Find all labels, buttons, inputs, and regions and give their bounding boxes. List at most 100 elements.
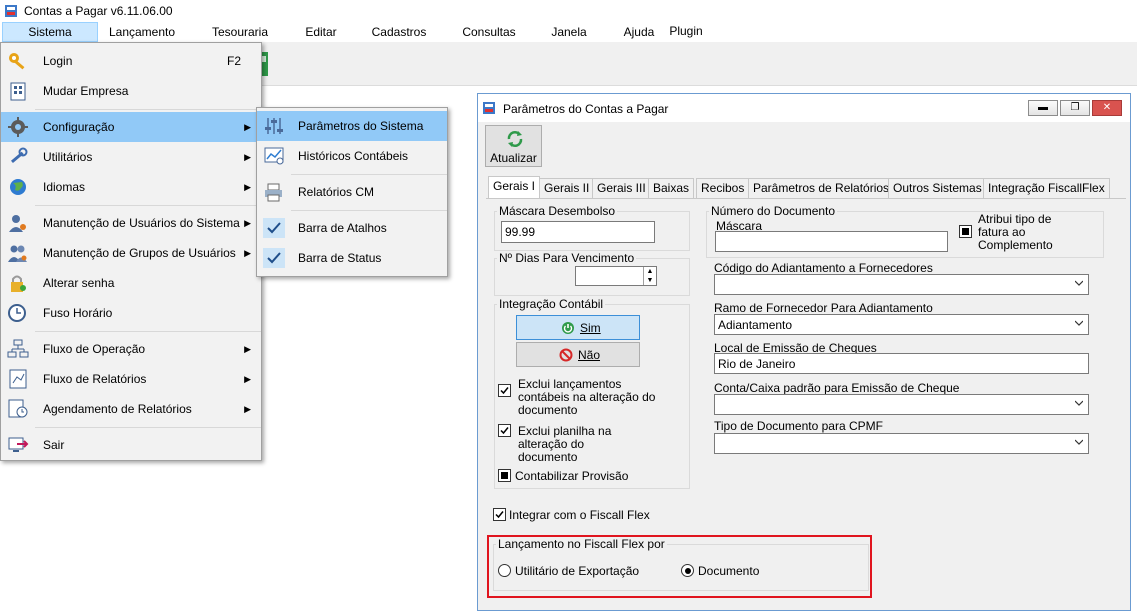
flowchart-icon — [7, 339, 29, 358]
chevron-right-icon: ▶ — [244, 248, 251, 258]
close-button[interactable]: ✕ — [1092, 100, 1122, 116]
tab-baixas[interactable]: Baixas — [648, 178, 695, 198]
check-icon — [263, 248, 285, 268]
radio-dot-icon — [684, 567, 691, 574]
local-emissao-input[interactable]: Rio de Janeiro — [714, 353, 1089, 374]
submenu-item-parametros-sistema[interactable]: Parâmetros do Sistema — [257, 111, 447, 141]
menu-item-alterar-senha[interactable]: Alterar senha — [1, 268, 261, 298]
menu-tesouraria[interactable]: Tesouraria — [202, 22, 278, 42]
tab-integracao-fiscallflex[interactable]: Integração FiscallFlex — [983, 178, 1110, 198]
menu-ajuda[interactable]: Ajuda — [614, 22, 664, 42]
documento-label: Documento — [698, 564, 760, 578]
submenu-item-barra-status[interactable]: Barra de Status — [257, 243, 447, 273]
tab-gerais-iii[interactable]: Gerais III — [592, 178, 651, 198]
atribui-tipo-fatura-checkbox[interactable] — [959, 225, 972, 238]
sim-button[interactable]: Sim — [516, 315, 640, 340]
spinner-down-icon[interactable]: ▼ — [644, 276, 656, 285]
menu-plugin[interactable]: Plugin — [664, 21, 708, 41]
menu-separator — [291, 174, 447, 175]
exclui-planilha-checkbox[interactable] — [498, 424, 511, 437]
mascara-documento-input[interactable] — [715, 231, 948, 252]
menu-item-fuso-horario[interactable]: Fuso Horário — [1, 298, 261, 328]
gear-icon — [8, 117, 28, 137]
menu-editar[interactable]: Editar — [296, 22, 346, 42]
tab-outros-sistemas[interactable]: Outros Sistemas — [888, 178, 987, 198]
refresh-icon — [507, 131, 523, 147]
minimize-button[interactable]: ▬ — [1028, 100, 1058, 116]
utilitario-exportacao-radio[interactable] — [498, 564, 511, 577]
menu-item-fluxo-relatorios[interactable]: Fluxo de Relatórios ▶ — [1, 364, 261, 394]
exclui-planilha-label-2: alteração do — [518, 437, 585, 451]
submenu-item-barra-atalhos[interactable]: Barra de Atalhos — [257, 213, 447, 243]
tab-parametros-relatorios[interactable]: Parâmetros de Relatórios — [748, 178, 895, 198]
app-title: Contas a Pagar v6.11.06.00 — [24, 4, 173, 18]
integrar-fiscall-checkbox[interactable] — [493, 508, 506, 521]
chevron-down-icon — [1075, 320, 1083, 326]
restore-button[interactable]: ❐ — [1060, 100, 1090, 116]
shortcut-label: F2 — [227, 54, 242, 68]
chevron-right-icon: ▶ — [244, 122, 251, 132]
menu-item-sair[interactable]: Sair — [1, 430, 261, 460]
mascara-desembolso-input[interactable]: 99.99 — [501, 221, 655, 243]
tab-recibos[interactable]: Recibos — [696, 178, 750, 198]
exclui-planilha-label-1: Exclui planilha na — [518, 424, 612, 438]
submenu-item-historicos-contabeis[interactable]: Históricos Contábeis — [257, 141, 447, 171]
power-icon — [562, 322, 574, 334]
conta-caixa-label: Conta/Caixa padrão para Emissão de Chequ… — [714, 381, 960, 395]
menu-item-utilitarios[interactable]: Utilitários ▶ — [1, 142, 261, 172]
tipo-documento-cpmf-combo[interactable] — [714, 433, 1089, 454]
ramo-fornecedor-combo[interactable]: Adiantamento — [714, 314, 1089, 335]
menu-cadastros[interactable]: Cadastros — [364, 22, 434, 42]
atribui-label-1: Atribui tipo de — [978, 212, 1052, 226]
menu-bar: Sistema Lançamento Tesouraria Editar Cad… — [0, 22, 1137, 42]
close-icon: ✕ — [1102, 102, 1112, 113]
submenu-item-relatorios-cm[interactable]: Relatórios CM — [257, 177, 447, 207]
lock-icon — [11, 275, 26, 292]
menu-janela[interactable]: Janela — [544, 22, 594, 42]
chevron-down-icon — [1075, 280, 1083, 286]
printer-icon — [265, 183, 282, 202]
menu-separator — [35, 205, 261, 206]
conta-caixa-combo[interactable] — [714, 394, 1089, 415]
contabilizar-provisao-checkbox[interactable] — [498, 469, 511, 482]
menu-item-idiomas[interactable]: Idiomas ▶ — [1, 172, 261, 202]
chevron-right-icon: ▶ — [244, 152, 251, 162]
exclui-lancamentos-label-1: Exclui lançamentos — [518, 377, 622, 391]
dialog-title-bar: Parâmetros do Contas a Pagar ▬ ❐ ✕ — [478, 94, 1130, 122]
users-icon — [8, 245, 27, 262]
dialog-title: Parâmetros do Contas a Pagar — [503, 102, 669, 116]
chevron-right-icon: ▶ — [244, 344, 251, 354]
exclui-lancamentos-label-3: documento — [518, 403, 578, 417]
menu-item-login[interactable]: Login F2 — [1, 46, 261, 76]
documento-radio[interactable] — [681, 564, 694, 577]
exclui-lancamentos-checkbox[interactable] — [498, 384, 511, 397]
menu-consultas[interactable]: Consultas — [454, 22, 524, 42]
menu-sistema[interactable]: Sistema — [2, 22, 98, 42]
nao-button[interactable]: Não — [516, 342, 640, 367]
chevron-right-icon: ▶ — [244, 218, 251, 228]
menu-item-manutencao-grupos[interactable]: Manutenção de Grupos de Usuários ▶ — [1, 238, 261, 268]
chart-icon — [264, 147, 284, 165]
menu-item-configuracao[interactable]: Configuração ▶ — [1, 112, 261, 142]
exclui-lancamentos-label-2: contábeis na alteração do — [518, 390, 656, 404]
menu-lancamento[interactable]: Lançamento — [100, 22, 184, 42]
menu-item-fluxo-operacao[interactable]: Fluxo de Operação ▶ — [1, 334, 261, 364]
codigo-adiantamento-label: Código do Adiantamento a Fornecedores — [714, 261, 933, 275]
app-icon — [5, 5, 17, 17]
tab-gerais-i[interactable]: Gerais I — [488, 176, 541, 199]
checkmark-icon — [495, 511, 504, 519]
refresh-label: Atualizar — [490, 151, 537, 165]
codigo-adiantamento-combo[interactable] — [714, 274, 1089, 295]
menu-item-mudar-empresa[interactable]: Mudar Empresa — [1, 76, 261, 106]
spinner-up-icon[interactable]: ▲ — [644, 267, 656, 276]
spinner-buttons[interactable]: ▲ ▼ — [643, 267, 656, 285]
refresh-button[interactable]: Atualizar — [485, 125, 542, 167]
menu-item-agendamento-relatorios[interactable]: Agendamento de Relatórios ▶ — [1, 394, 261, 424]
utilitario-exportacao-label: Utilitário de Exportação — [515, 564, 640, 578]
chevron-down-icon — [1075, 439, 1083, 445]
tab-gerais-ii[interactable]: Gerais II — [539, 178, 595, 198]
menu-item-manutencao-usuarios[interactable]: Manutenção de Usuários do Sistema ▶ — [1, 208, 261, 238]
exit-icon — [8, 437, 29, 452]
nao-label: Não — [578, 348, 601, 362]
sistema-menu: Login F2 Mudar Empresa Configuração ▶ Ut… — [0, 42, 262, 461]
